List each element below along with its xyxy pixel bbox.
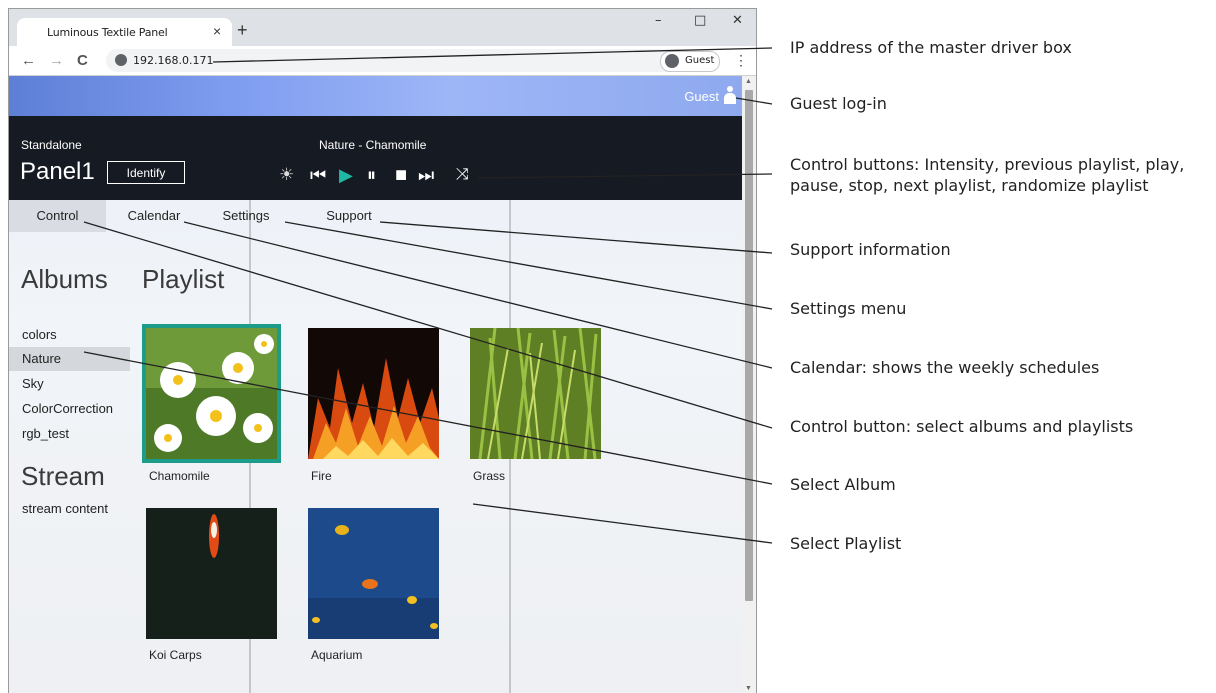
annotation-select-album: Select Album	[790, 475, 896, 494]
annotation-ip-address: IP address of the master driver box	[790, 38, 1072, 57]
annotation-control: Control button: select albums and playli…	[790, 417, 1134, 436]
annotation-settings: Settings menu	[790, 299, 907, 318]
annotation-guest-login: Guest log-in	[790, 94, 887, 113]
annotation-calendar: Calendar: shows the weekly schedules	[790, 358, 1100, 377]
annotation-support: Support information	[790, 240, 951, 259]
annotation-leader-lines	[83, 47, 773, 544]
annotation-select-playlist: Select Playlist	[790, 534, 902, 553]
annotation-control-buttons-line1: Control buttons: Intensity, previous pla…	[790, 155, 1185, 174]
annotation-control-buttons-line2: pause, stop, next playlist, randomize pl…	[790, 176, 1149, 195]
